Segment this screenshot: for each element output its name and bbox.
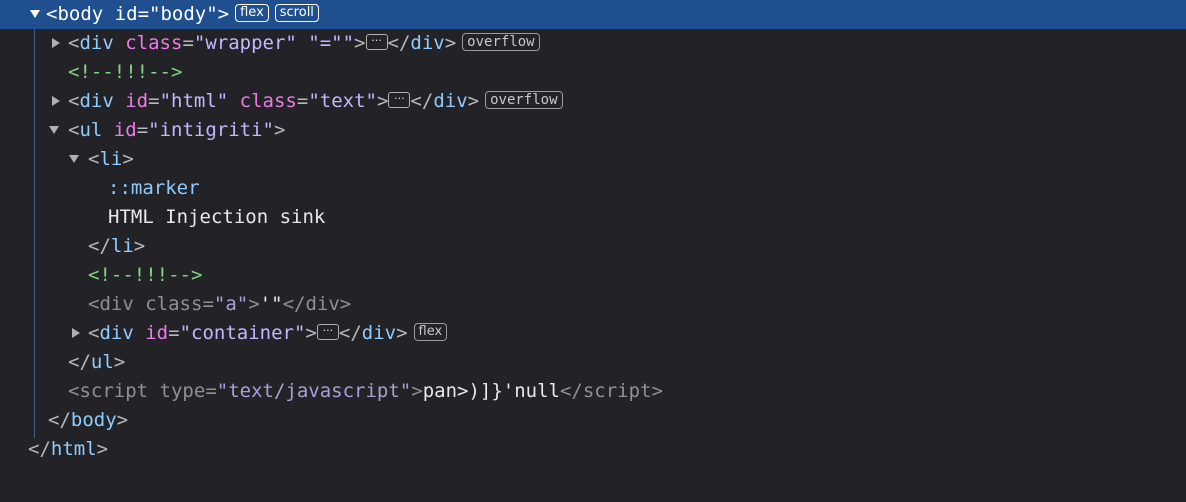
closing-tag-name: div bbox=[305, 293, 340, 315]
attribute-name: type bbox=[159, 380, 206, 402]
attribute-value: "html" bbox=[159, 90, 229, 112]
li-text-content: HTML Injection sink bbox=[108, 206, 326, 228]
node-body-open[interactable]: <body id="body"> flex scroll bbox=[0, 0, 1186, 29]
markup-inspector-panel: <body id="body"> flex scroll <div class="w… bbox=[0, 0, 1186, 502]
closing-tag-name: div bbox=[433, 90, 468, 112]
node-body-close[interactable]: </body> bbox=[0, 406, 1186, 435]
node-html-close[interactable]: </html> bbox=[0, 435, 1186, 464]
tag-name: div bbox=[99, 293, 134, 315]
ellipsis-icon[interactable]: ··· bbox=[388, 91, 411, 108]
script-text: pan>)]}'null bbox=[422, 380, 560, 402]
attribute-value: "a" bbox=[213, 293, 249, 315]
node-div-wrapper[interactable]: <div class="wrapper" "=""> ··· </div> overf… bbox=[0, 29, 1186, 58]
attribute-value-2: "text" bbox=[308, 90, 377, 112]
attribute-extra: "="" bbox=[296, 32, 355, 54]
flex-badge[interactable]: flex bbox=[235, 3, 269, 22]
node-li[interactable]: <li> bbox=[0, 145, 1186, 174]
node-text[interactable]: HTML Injection sink bbox=[0, 203, 1186, 232]
attribute-name: id bbox=[125, 90, 149, 112]
expand-triangle-icon[interactable] bbox=[52, 96, 60, 106]
overflow-badge[interactable]: overflow bbox=[485, 90, 563, 109]
overflow-badge[interactable]: overflow bbox=[462, 32, 540, 51]
attribute-name: id bbox=[114, 3, 138, 25]
attribute-value: "intigriti" bbox=[148, 119, 274, 141]
node-ul-intigriti[interactable]: <ul id="intigriti"> bbox=[0, 116, 1186, 145]
tag-name: li bbox=[99, 148, 123, 170]
attribute-value: "text/javascript" bbox=[216, 380, 412, 402]
attribute-value: "wrapper" bbox=[193, 32, 297, 54]
tag-name: div bbox=[79, 90, 114, 112]
tag-name: div bbox=[79, 32, 114, 54]
attribute-name: id bbox=[113, 119, 137, 141]
comment-text: <!--!!!--> bbox=[68, 61, 183, 83]
flex-badge[interactable]: flex bbox=[413, 322, 448, 341]
collapse-triangle-icon[interactable] bbox=[30, 10, 40, 18]
node-div-container[interactable]: <div id="container"> ··· </div> flex bbox=[0, 319, 1186, 348]
tag-name: body bbox=[57, 3, 104, 25]
tag-name: div bbox=[99, 322, 134, 344]
collapse-triangle-icon[interactable] bbox=[69, 155, 79, 163]
attribute-name: class bbox=[145, 293, 203, 315]
closing-tag-name: body bbox=[70, 409, 117, 431]
attribute-name-2: class bbox=[239, 90, 297, 112]
attribute-value: "body" bbox=[149, 3, 218, 25]
closing-tag-name: div bbox=[361, 322, 397, 344]
attribute-name: id bbox=[145, 322, 169, 344]
node-script[interactable]: <script type="text/javascript">pan>)]}'n… bbox=[0, 377, 1186, 406]
closing-tag-name: script bbox=[582, 380, 652, 402]
div-a-text: '" bbox=[259, 293, 283, 315]
node-comment[interactable]: <!--!!!--> bbox=[0, 58, 1186, 87]
attribute-name: class bbox=[125, 32, 183, 54]
node-comment[interactable]: <!--!!!--> bbox=[0, 261, 1186, 290]
node-li-close[interactable]: </li> bbox=[0, 232, 1186, 261]
comment-text: <!--!!!--> bbox=[88, 264, 203, 286]
node-marker-pseudo[interactable]: ::marker bbox=[0, 174, 1186, 203]
marker-pseudo-element: ::marker bbox=[108, 177, 200, 199]
closing-tag-name: html bbox=[50, 438, 97, 460]
closing-tag-name: li bbox=[110, 235, 134, 257]
collapse-triangle-icon[interactable] bbox=[49, 126, 59, 134]
ellipsis-icon[interactable]: ··· bbox=[365, 33, 388, 50]
tag-name: ul bbox=[79, 119, 103, 141]
node-div-a[interactable]: <div class="a">'"</div> bbox=[0, 290, 1186, 319]
node-div-html[interactable]: <div id="html" class="text"> ··· </div> ove… bbox=[0, 87, 1186, 116]
attribute-value: "container" bbox=[179, 322, 306, 344]
closing-tag-name: ul bbox=[90, 351, 114, 373]
closing-tag-name: div bbox=[410, 32, 445, 54]
tag-name: script bbox=[79, 380, 149, 402]
node-ul-close[interactable]: </ul> bbox=[0, 348, 1186, 377]
scroll-badge[interactable]: scroll bbox=[274, 3, 319, 22]
expand-triangle-icon[interactable] bbox=[72, 328, 80, 338]
ellipsis-icon[interactable]: ··· bbox=[316, 323, 339, 340]
expand-triangle-icon[interactable] bbox=[52, 38, 60, 48]
